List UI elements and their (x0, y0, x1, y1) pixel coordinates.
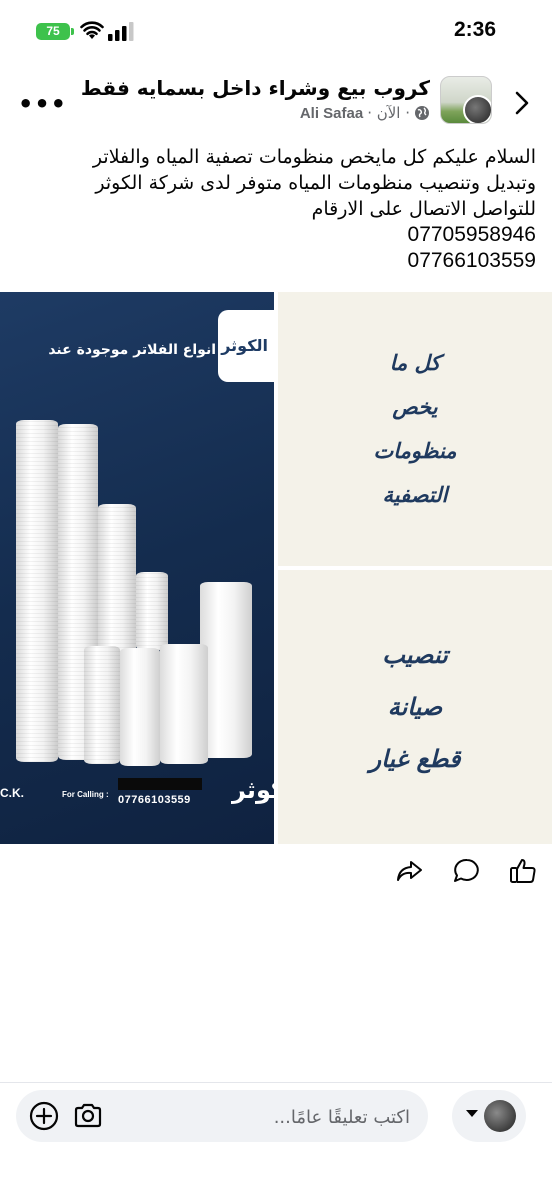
group-name[interactable]: كروب بيع وشراء داخل بسمايه فقط (81, 76, 430, 100)
filter-cartridge (160, 644, 208, 764)
tile-text: تنصيب (382, 640, 448, 669)
back-button[interactable] (510, 86, 534, 120)
redaction-bar (118, 778, 202, 790)
tile-text: منظومات (373, 438, 457, 463)
photo-services-scope[interactable]: كل ما يخص منظومات التصفية (278, 292, 552, 566)
status-bar: 75 2:36 (0, 0, 552, 62)
battery-indicator: 75 (36, 23, 74, 40)
brand-logo-text: الكوثر (221, 336, 268, 355)
more-options-button[interactable]: ••• (18, 90, 67, 118)
tile-text: يخص (392, 394, 438, 419)
photo-grid: الكوثر انواع الفلاتر موجودة عند C.K. For… (0, 292, 552, 844)
author-name[interactable]: Ali Safaa (300, 105, 363, 122)
author-avatar[interactable] (463, 95, 491, 123)
post-header: كروب بيع وشراء داخل بسمايه فقط · الآن · … (0, 68, 552, 140)
phone-link[interactable]: 07705958946 (16, 222, 536, 248)
photo-phone-number: 07766103559 (118, 794, 191, 806)
clock: 2:36 (453, 18, 496, 41)
divider (0, 1082, 552, 1083)
post-line: للتواصل الاتصال على الارقام (311, 198, 536, 220)
tile-text: قطع غيار (369, 744, 461, 773)
post-line: السلام عليكم كل مايخص منظومات تصفية المي… (92, 146, 536, 168)
photo-banner-text: انواع الفلاتر موجودة عند (48, 342, 216, 358)
comment-composer[interactable] (16, 1090, 428, 1142)
post-actions (0, 856, 552, 890)
user-avatar (484, 1100, 516, 1132)
tile-text: كل ما (389, 350, 441, 375)
globe-icon (415, 106, 429, 120)
comment-input[interactable] (188, 1102, 412, 1132)
photo-corner-brand: لكوثر (232, 776, 274, 804)
home-indicator (0, 1186, 552, 1194)
filter-cartridge (120, 648, 160, 766)
post-meta: · الآن · Ali Safaa (300, 104, 430, 122)
photo-filters[interactable]: الكوثر انواع الفلاتر موجودة عند C.K. For… (0, 292, 274, 844)
photo-initials: C.K. (0, 786, 24, 800)
phone-link[interactable]: 07766103559 (16, 248, 536, 274)
wifi-icon (80, 21, 104, 39)
filter-cartridge (16, 420, 58, 762)
profile-switcher[interactable] (452, 1090, 526, 1142)
photo-services-list[interactable]: تنصيب صيانة قطع غيار (278, 570, 552, 844)
chevron-down-icon (466, 1110, 478, 1117)
share-icon[interactable] (394, 856, 424, 886)
cellular-signal-icon (108, 22, 134, 41)
tile-text: التصفية (382, 482, 448, 507)
comment-icon[interactable] (452, 856, 482, 886)
chevron-right-icon (515, 91, 529, 115)
camera-icon[interactable] (72, 1100, 104, 1132)
post-timestamp: · الآن · (367, 104, 410, 122)
filter-cartridge (98, 504, 136, 652)
filter-cartridge (136, 572, 168, 650)
like-icon[interactable] (508, 856, 538, 886)
filter-cartridge (84, 646, 120, 764)
group-avatar[interactable] (440, 76, 492, 124)
for-calling-label: For Calling : (62, 790, 109, 799)
post-line: وتبديل وتنصيب منظومات المياه متوفر لدى ش… (95, 172, 536, 194)
tile-text: صيانة (387, 692, 443, 721)
post-body: السلام عليكم كل مايخص منظومات تصفية المي… (16, 144, 536, 274)
add-icon[interactable] (28, 1100, 60, 1132)
